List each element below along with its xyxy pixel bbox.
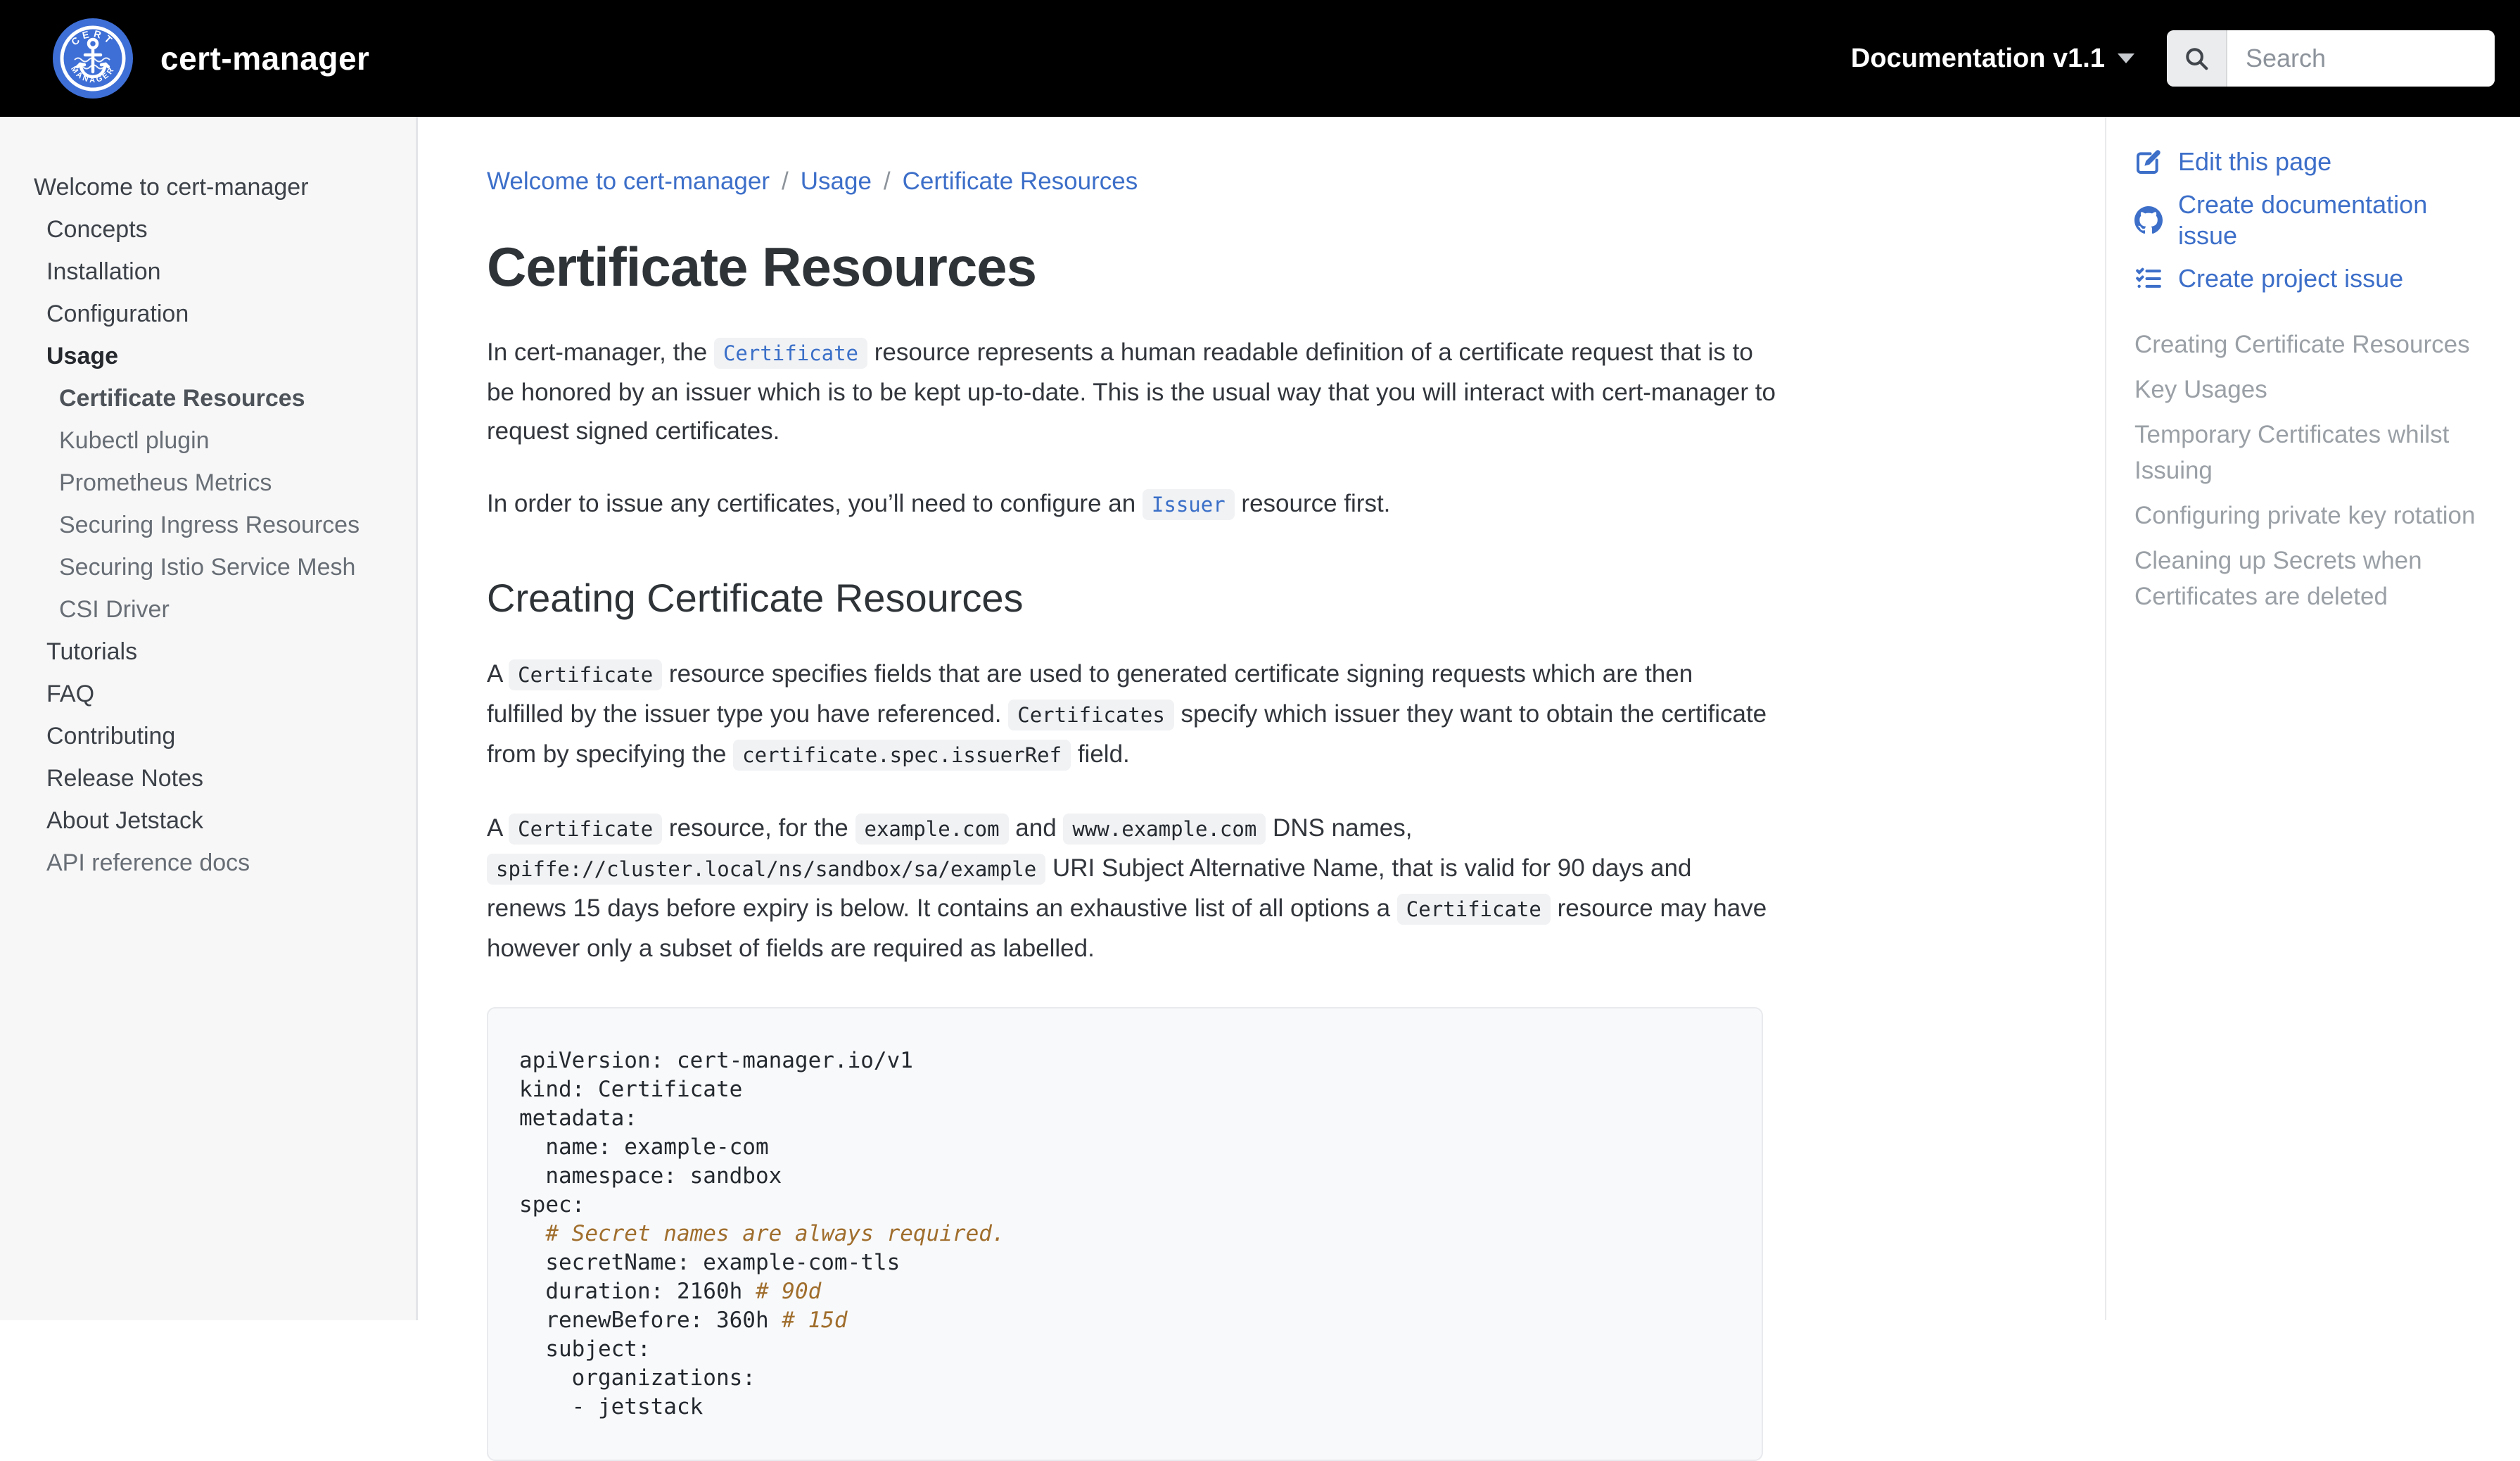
code-line: metadata:: [519, 1106, 637, 1131]
version-label: Documentation v1.1: [1850, 43, 2105, 73]
inline-code: certificate.spec.issuerRef: [733, 740, 1071, 771]
sidebar-item[interactable]: About Jetstack: [0, 799, 416, 842]
code-line: spec:: [519, 1192, 585, 1218]
github-icon: [2134, 206, 2163, 234]
sidebar-item[interactable]: Installation: [0, 251, 416, 293]
edit-icon: [2134, 148, 2163, 176]
toc-item[interactable]: Creating Certificate Resources: [2134, 327, 2492, 362]
code-line: name: example-com: [519, 1134, 769, 1160]
yaml-code-block: apiVersion: cert-manager.io/v1 kind: Cert…: [487, 1007, 1763, 1461]
code-line: # Secret names are always required.: [519, 1220, 1731, 1248]
sidebar-item[interactable]: FAQ: [0, 673, 416, 715]
search-input[interactable]: [2227, 30, 2495, 87]
breadcrumb-link[interactable]: Usage: [801, 167, 872, 195]
code-line: duration: 2160h # 90d: [519, 1279, 822, 1304]
code-line: - jetstack: [519, 1394, 704, 1419]
inline-code: Certificate: [509, 659, 663, 690]
main-content: Welcome to cert-manager / Usage / Certificat…: [418, 117, 2105, 1461]
sidebar-item[interactable]: API reference docs: [0, 842, 416, 884]
breadcrumb-link[interactable]: Welcome to cert-manager: [487, 167, 770, 195]
code-comment: # 15d: [782, 1308, 848, 1333]
sidebar-nav: Welcome to cert-manager Concepts Installat…: [0, 117, 416, 884]
sidebar-item[interactable]: Kubectl plugin: [0, 419, 416, 462]
breadcrumb-link[interactable]: Certificate Resources: [903, 167, 1138, 195]
breadcrumb: Welcome to cert-manager / Usage / Certificat…: [487, 167, 2105, 196]
right-sidebar: Edit this page Create documentation issu…: [2105, 117, 2520, 1320]
breadcrumb-separator: /: [782, 167, 789, 195]
top-nav: CERT MANAGER cert-manager Documentation …: [0, 0, 2520, 117]
cert-manager-logo-icon: CERT MANAGER: [53, 18, 133, 99]
toc-item[interactable]: Configuring private key rotation: [2134, 498, 2492, 533]
code-line: secretName: example-com-tls: [519, 1250, 901, 1275]
intro-paragraphs: In cert-manager, the Certificate resourc…: [487, 333, 1776, 524]
page-tool-label: Edit this page: [2178, 147, 2332, 176]
sidebar-item[interactable]: Tutorials: [0, 631, 416, 673]
sidebar-item[interactable]: Concepts: [0, 208, 416, 251]
code-line: renewBefore: 360h # 15d: [519, 1308, 848, 1333]
code-line: namespace: sandbox: [519, 1163, 782, 1189]
code-comment: # 90d: [755, 1279, 822, 1304]
inline-code: www.example.com: [1063, 814, 1266, 845]
inline-code-link[interactable]: Certificate: [713, 338, 868, 369]
sidebar-item[interactable]: Contributing: [0, 715, 416, 757]
code-line: organizations:: [519, 1365, 756, 1391]
paragraph: A Certificate resource specifies fields …: [487, 654, 1776, 775]
left-sidebar: Welcome to cert-manager Concepts Installat…: [0, 117, 418, 1320]
page-tool-links: Edit this page Create documentation issu…: [2134, 146, 2492, 294]
version-dropdown[interactable]: Documentation v1.1: [1851, 44, 2134, 74]
sidebar-item[interactable]: Securing Ingress Resources: [0, 504, 416, 546]
sidebar-item[interactable]: Prometheus Metrics: [0, 462, 416, 504]
code-comment: # Secret names are always required.: [545, 1221, 1005, 1246]
paragraph: In cert-manager, the Certificate resourc…: [487, 338, 1776, 445]
github-link[interactable]: Create documentation issue: [2134, 189, 2492, 251]
header-controls: Documentation v1.1: [1851, 30, 2520, 87]
code-line: kind: Certificate: [519, 1077, 743, 1102]
section-paragraphs: A Certificate resource specifies fields …: [487, 654, 1776, 968]
sidebar-item[interactable]: Usage: [0, 335, 416, 377]
page-tool-label: Create project issue: [2178, 264, 2404, 293]
sidebar-item[interactable]: Configuration: [0, 293, 416, 335]
sidebar-item[interactable]: Securing Istio Service Mesh: [0, 546, 416, 588]
sidebar-item[interactable]: Release Notes: [0, 757, 416, 799]
tasks-icon: [2134, 265, 2163, 293]
chevron-down-icon: [2118, 53, 2134, 63]
code-line: subject:: [519, 1336, 651, 1362]
search-icon: [2186, 48, 2208, 70]
sidebar-item[interactable]: Certificate Resources: [0, 377, 416, 419]
search-button[interactable]: [2167, 30, 2227, 87]
tasks-link[interactable]: Create project issue: [2134, 263, 2492, 294]
page-title: Certificate Resources: [487, 236, 1037, 298]
paragraph: In order to issue any certificates, you’…: [487, 484, 1776, 524]
sidebar-item[interactable]: CSI Driver: [0, 588, 416, 631]
edit-link[interactable]: Edit this page: [2134, 146, 2492, 177]
toc-item[interactable]: Key Usages: [2134, 372, 2492, 407]
search-box: [2167, 30, 2495, 87]
section-heading: Creating Certificate Resources: [487, 576, 1024, 620]
inline-code: spiffe://cluster.local/ns/sandbox/sa/exa…: [487, 854, 1046, 885]
site-title[interactable]: cert-manager: [160, 39, 369, 77]
inline-code: Certificates: [1008, 700, 1174, 730]
paragraph: A Certificate resource, for the example.…: [487, 814, 1767, 962]
breadcrumb-separator: /: [883, 167, 891, 195]
toc-item[interactable]: Temporary Certificates whilst Issuing: [2134, 417, 2492, 488]
inline-code: Certificate: [509, 814, 663, 845]
table-of-contents: Creating Certificate Resources Key Usages…: [2134, 327, 2492, 614]
page-tool-label: Create documentation issue: [2178, 190, 2428, 250]
code-line: apiVersion: cert-manager.io/v1: [519, 1048, 913, 1073]
inline-code: Certificate: [1396, 894, 1551, 925]
sidebar-item[interactable]: Welcome to cert-manager: [0, 166, 416, 208]
inline-code: example.com: [855, 814, 1009, 845]
toc-item[interactable]: Cleaning up Secrets when Certificates ar…: [2134, 543, 2492, 614]
inline-code-link[interactable]: Issuer: [1142, 489, 1235, 520]
